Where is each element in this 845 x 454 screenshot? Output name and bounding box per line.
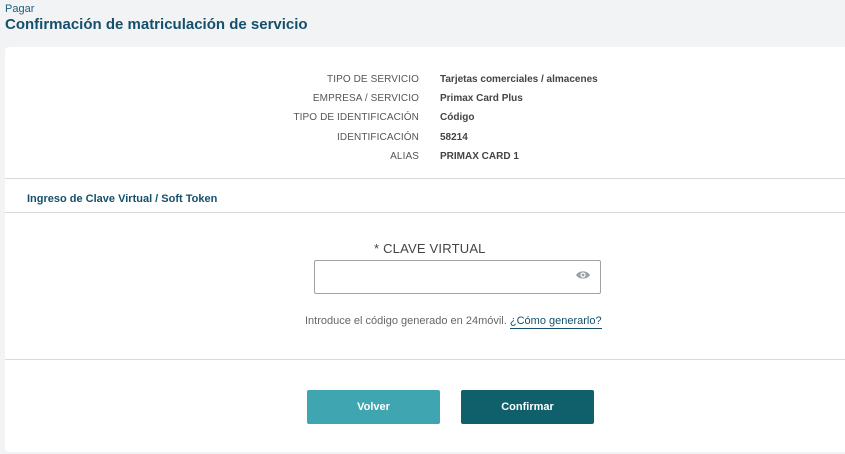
detail-value: Primax Card Plus bbox=[440, 93, 523, 104]
helper-text-container: Introduce el código generado en 24móvil.… bbox=[305, 315, 602, 329]
confirm-button[interactable]: Confirmar bbox=[461, 390, 594, 424]
clave-virtual-label: * CLAVE VIRTUAL bbox=[374, 241, 486, 256]
divider bbox=[5, 359, 845, 360]
breadcrumb[interactable]: Pagar bbox=[5, 3, 34, 15]
detail-label: TIPO DE SERVICIO bbox=[327, 74, 419, 85]
helper-text: Introduce el código generado en 24móvil. bbox=[305, 315, 507, 327]
detail-label: ALIAS bbox=[390, 151, 419, 162]
detail-label: EMPRESA / SERVICIO bbox=[312, 93, 419, 104]
detail-row-company: EMPRESA / SERVICIO Primax Card Plus bbox=[5, 93, 845, 107]
detail-value: 58214 bbox=[440, 132, 468, 143]
detail-row-id: IDENTIFICACIÓN 58214 bbox=[5, 132, 845, 146]
divider bbox=[5, 212, 845, 213]
detail-label: TIPO DE IDENTIFICACIÓN bbox=[293, 112, 419, 123]
token-section-title: Ingreso de Clave Virtual / Soft Token bbox=[27, 193, 218, 205]
page-title: Confirmación de matriculación de servici… bbox=[5, 16, 308, 33]
detail-label: IDENTIFICACIÓN bbox=[337, 132, 419, 143]
back-button[interactable]: Volver bbox=[307, 390, 440, 424]
detail-value: Tarjetas comerciales / almacenes bbox=[440, 74, 598, 85]
detail-value: PRIMAX CARD 1 bbox=[440, 151, 519, 162]
eye-icon[interactable] bbox=[575, 269, 591, 281]
clave-virtual-input[interactable] bbox=[314, 260, 601, 294]
detail-row-alias: ALIAS PRIMAX CARD 1 bbox=[5, 151, 845, 165]
detail-row-service-type: TIPO DE SERVICIO Tarjetas comerciales / … bbox=[5, 74, 845, 88]
how-to-generate-link[interactable]: ¿Cómo generarlo? bbox=[509, 315, 602, 329]
confirmation-card: TIPO DE SERVICIO Tarjetas comerciales / … bbox=[5, 47, 845, 452]
detail-row-id-type: TIPO DE IDENTIFICACIÓN Código bbox=[5, 112, 845, 126]
detail-value: Código bbox=[440, 112, 475, 123]
service-details: TIPO DE SERVICIO Tarjetas comerciales / … bbox=[5, 47, 845, 179]
